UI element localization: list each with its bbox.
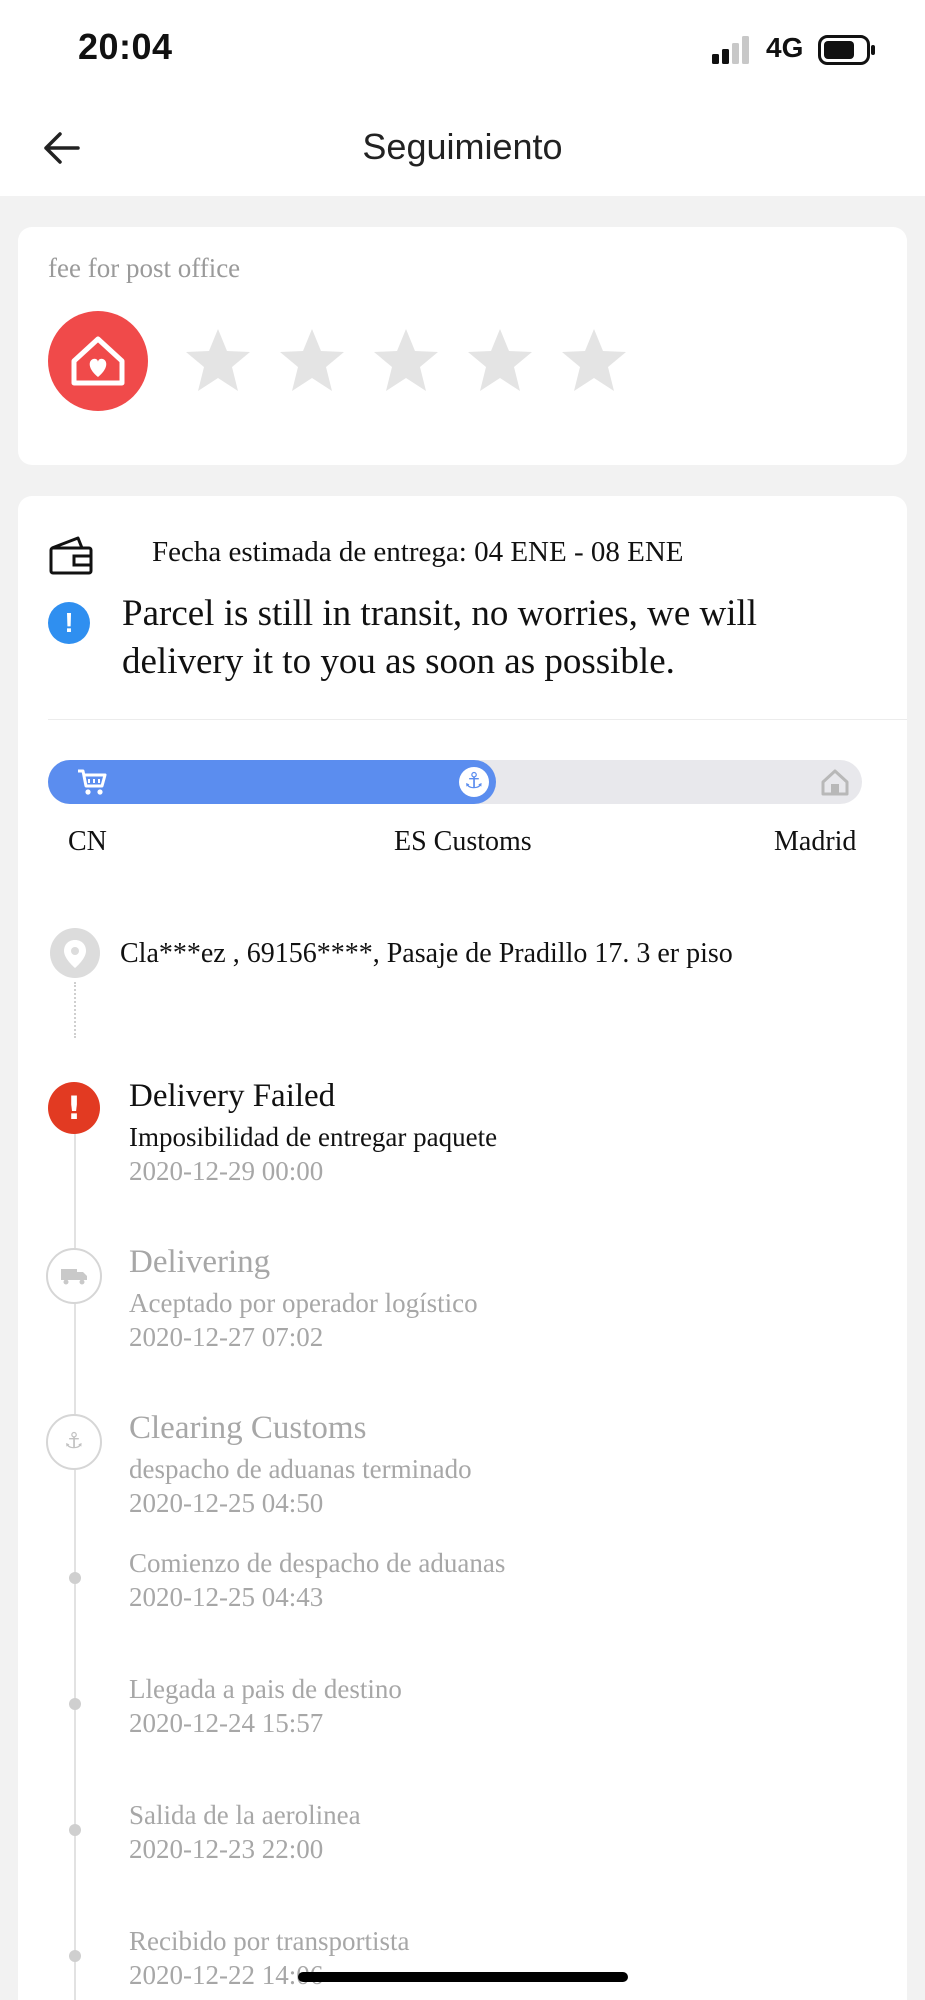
event-title: Delivery Failed <box>129 1078 336 1114</box>
rating-star-5[interactable] <box>558 325 630 397</box>
event-title: Clearing Customs <box>129 1410 367 1446</box>
event-description: Imposibilidad de entregar paquete <box>129 1122 498 1152</box>
anchor-icon: ⚓ <box>46 1414 102 1470</box>
status-bar: 20:04 4G <box>0 0 925 100</box>
event-time: 2020-12-25 04:43 <box>129 1582 324 1612</box>
cart-icon <box>78 769 107 795</box>
alert-icon: ! <box>48 1082 100 1134</box>
event-description: Salida de la aerolinea <box>129 1800 361 1830</box>
event-time: 2020-12-22 14:06 <box>129 1960 324 1990</box>
rating-card: fee for post office <box>18 227 907 465</box>
delivery-address: Cla***ez , 69156****, Pasaje de Pradillo… <box>120 938 733 969</box>
event-title: Delivering <box>129 1244 271 1280</box>
event-description: Aceptado por operador logístico <box>129 1288 478 1318</box>
rating-star-2[interactable] <box>276 325 348 397</box>
post-office-badge <box>48 311 148 411</box>
info-icon: ! <box>48 602 90 644</box>
cellular-signal-icon <box>712 36 749 64</box>
stop-origin: CN <box>68 826 107 857</box>
truck-icon <box>46 1248 102 1304</box>
timeline-dot <box>69 1698 81 1710</box>
battery-icon <box>818 35 875 65</box>
tracking-card: Fecha estimada de entrega: 04 ENE - 08 E… <box>18 496 907 2000</box>
shipping-progress-bar: ⚓ <box>48 760 862 804</box>
event-description: Comienzo de despacho de aduanas <box>129 1548 506 1578</box>
transit-notice: Parcel is still in transit, no worries, … <box>122 593 758 682</box>
network-type: 4G <box>766 32 804 63</box>
status-time: 20:04 <box>78 26 173 67</box>
delivery-box-icon <box>49 536 93 575</box>
divider <box>48 719 907 720</box>
event-time: 2020-12-27 07:02 <box>129 1322 324 1352</box>
timeline-dot <box>69 1824 81 1836</box>
address-connector <box>74 982 76 1038</box>
event-description: Recibido por transportista <box>129 1926 410 1956</box>
stop-customs: ES Customs <box>394 826 532 857</box>
home-indicator[interactable] <box>298 1972 628 1982</box>
house-heart-icon <box>71 336 125 386</box>
customs-anchor-icon: ⚓ <box>459 767 489 797</box>
rating-star-3[interactable] <box>370 325 442 397</box>
timeline-dot <box>69 1572 81 1584</box>
rating-label: fee for post office <box>48 253 241 283</box>
home-destination-icon <box>821 769 849 796</box>
page-title: Seguimiento <box>362 126 563 167</box>
event-time: 2020-12-24 15:57 <box>129 1708 324 1738</box>
rating-star-4[interactable] <box>464 325 536 397</box>
progress-fill <box>48 760 496 804</box>
event-time: 2020-12-25 04:50 <box>129 1488 324 1518</box>
event-time: 2020-12-23 22:00 <box>129 1834 324 1864</box>
nav-bar: Seguimiento <box>0 100 925 196</box>
stop-destination: Madrid <box>774 826 857 857</box>
event-description: Llegada a pais de destino <box>129 1674 402 1704</box>
estimated-delivery: Fecha estimada de entrega: 04 ENE - 08 E… <box>152 536 684 568</box>
event-time: 2020-12-29 00:00 <box>129 1156 324 1186</box>
rating-star-1[interactable] <box>182 325 254 397</box>
timeline-dot <box>69 1950 81 1962</box>
location-pin-icon <box>50 928 100 978</box>
event-description: despacho de aduanas terminado <box>129 1454 472 1484</box>
